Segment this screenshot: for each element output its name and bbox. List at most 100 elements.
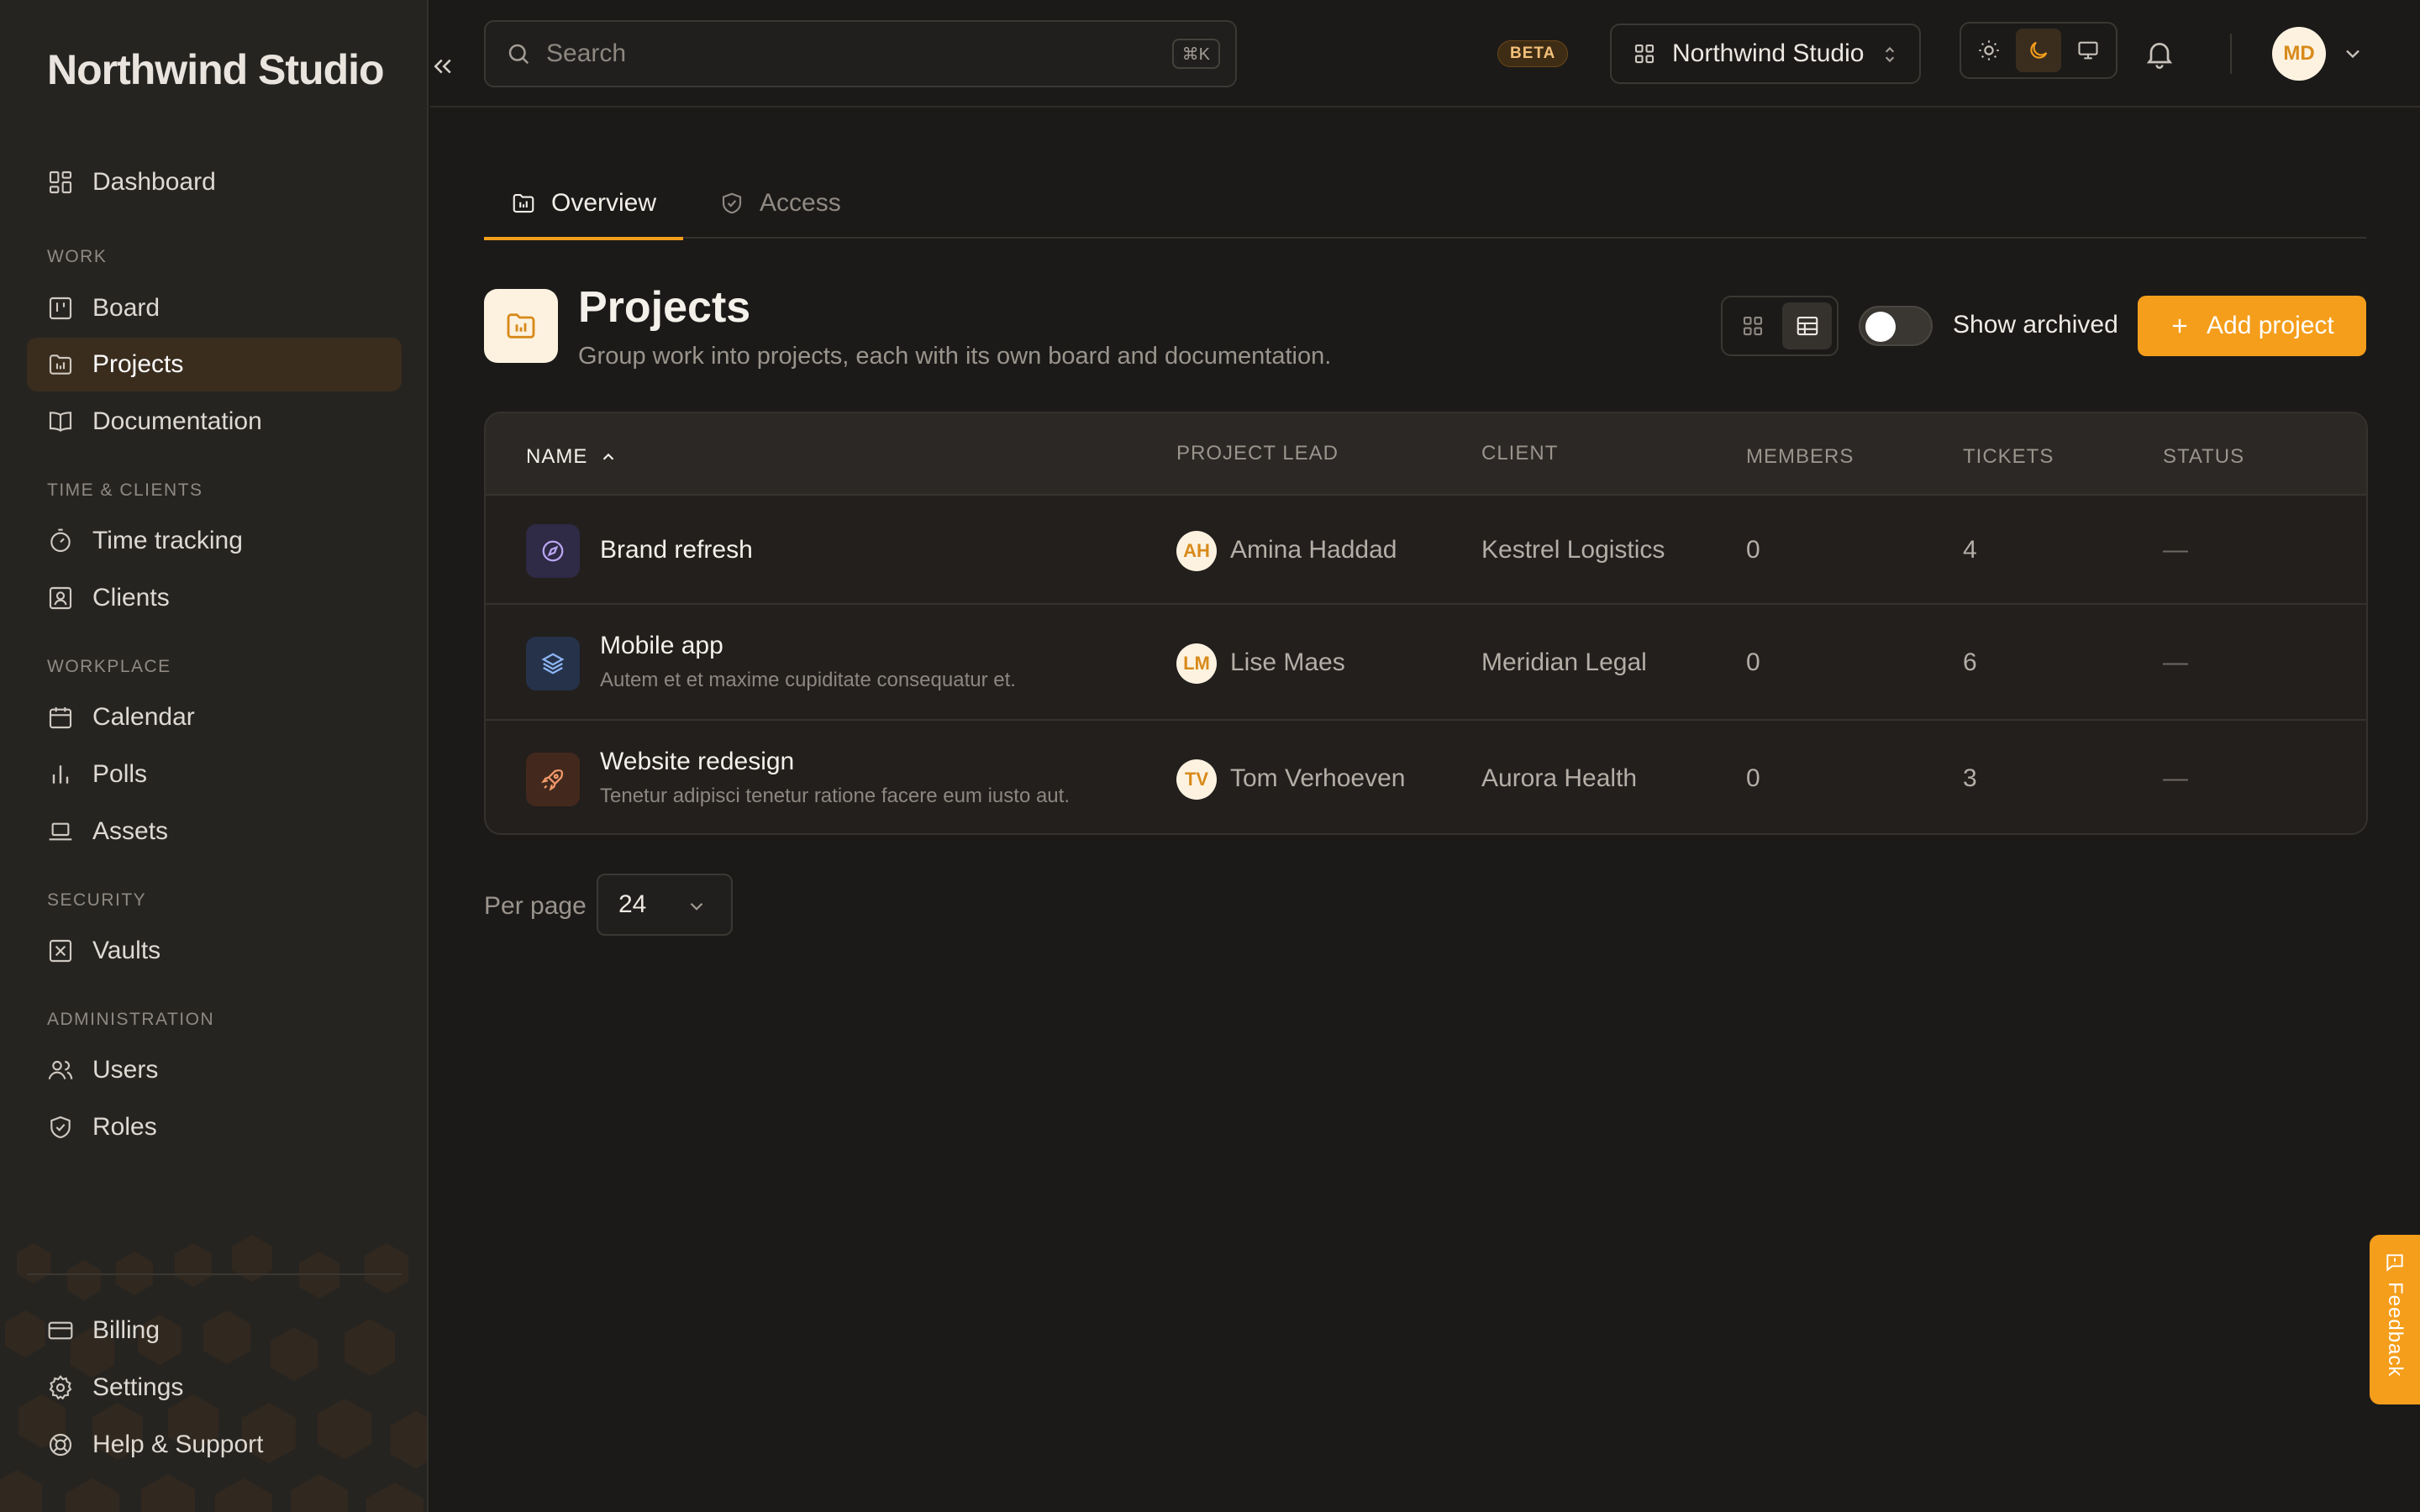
project-lead-name: Tom Verhoeven [1230,764,1406,792]
sidebar-item-billing[interactable]: Billing [27,1304,402,1357]
table-icon [1797,316,1818,336]
column-header-tickets[interactable]: Tickets [1963,445,2054,469]
column-header-status[interactable]: Status [2163,445,2244,469]
column-header-members[interactable]: Members [1746,445,1854,469]
tab-overview[interactable]: Overview [484,168,684,240]
project-name[interactable]: Brand refresh [600,536,753,564]
theme-switcher [1960,22,2118,79]
sidebar-item-help-support[interactable]: Help & Support [27,1418,402,1472]
show-archived-toggle[interactable] [1859,306,1933,346]
lead-avatar: AH [1176,531,1217,571]
double-chevron-left-icon [434,59,451,74]
table-row[interactable]: Brand refresh AH Amina Haddad Kestrel Lo… [486,497,2366,605]
project-description: Autem et et maxime cupiditate consequatu… [600,669,1016,691]
search-bar[interactable]: ⌘K [484,20,1237,87]
feedback-tab[interactable]: Feedback [2370,1235,2420,1404]
tab-access[interactable]: Access [719,168,841,239]
page-title: Projects [578,283,751,332]
project-name[interactable]: Website redesign [600,748,794,776]
folder-chart-icon [47,351,74,378]
tab-label: Overview [551,189,657,217]
projects-table: Name Project lead Client Members Tickets… [484,412,2368,835]
sidebar-item-board[interactable]: Board [27,281,402,335]
sidebar-section-administration: Administration [47,1010,215,1029]
board-icon [47,295,74,322]
table-header: Name Project lead Client Members Tickets… [486,413,2366,496]
grid-view-button[interactable] [1728,302,1777,349]
table-view-button[interactable] [1782,302,1832,349]
table-row[interactable]: Mobile app Autem et et maxime cupiditate… [486,606,2366,721]
sidebar-item-users[interactable]: Users [27,1043,402,1097]
collapse-sidebar-button[interactable] [430,54,455,79]
members-count: 0 [1746,536,1760,564]
chevron-down-icon[interactable] [2341,42,2365,66]
workspace-switcher[interactable]: Northwind Studio [1610,24,1921,84]
members-count: 0 [1746,648,1760,676]
sidebar: Northwind Studio Dashboard Work Board Pr… [0,0,429,1512]
moon-icon [2030,41,2048,59]
theme-light-button[interactable] [1966,29,2011,72]
lifebuoy-icon [47,1431,74,1458]
column-header-client[interactable]: Client [1481,442,1558,465]
theme-system-button[interactable] [2066,29,2111,72]
sidebar-item-label: Clients [92,584,170,612]
theme-dark-button[interactable] [2016,29,2061,72]
sidebar-item-dashboard[interactable]: Dashboard [27,155,402,209]
sidebar-item-documentation[interactable]: Documentation [27,395,402,449]
layers-icon [526,637,580,690]
sidebar-item-settings[interactable]: Settings [27,1361,402,1415]
feedback-label: Feedback [2384,1282,2407,1378]
project-lead-name: Amina Haddad [1230,536,1397,564]
brand-name: Northwind Studio [47,46,385,93]
sidebar-item-label: Dashboard [92,168,216,196]
shield-check-icon [47,1114,74,1141]
sidebar-item-vaults[interactable]: Vaults [27,924,402,978]
status-value: — [2163,764,2188,792]
column-header-name[interactable]: Name [526,445,618,469]
column-label: Name [526,445,588,468]
show-archived-label: Show archived [1953,311,2118,339]
table-row[interactable]: Website redesign Tenetur adipisci tenetu… [486,722,2366,833]
search-icon [508,44,529,65]
sidebar-item-roles[interactable]: Roles [27,1100,402,1154]
user-avatar[interactable]: MD [2272,27,2326,81]
sidebar-item-calendar[interactable]: Calendar [27,690,402,744]
sidebar-item-projects[interactable]: Projects [27,338,402,391]
sidebar-item-time-tracking[interactable]: Time tracking [27,514,402,568]
project-lead-name: Lise Maes [1230,648,1345,676]
chevron-up-down-icon [1885,46,1895,63]
dashboard-icon [47,169,74,196]
sidebar-divider [27,1273,402,1275]
grid-icon [1634,44,1655,64]
client-name: Aurora Health [1481,764,1638,792]
book-icon [47,408,74,435]
rocket-icon [526,753,580,806]
project-name[interactable]: Mobile app [600,632,723,660]
column-header-project-lead[interactable]: Project lead [1176,442,1339,465]
search-input[interactable] [546,39,1134,68]
compass-icon [526,524,580,578]
laptop-icon [47,818,74,845]
add-project-button[interactable]: Add project [2138,296,2366,356]
sort-ascending-icon [603,453,614,460]
sidebar-item-label: Board [92,294,160,322]
notifications-button[interactable] [2143,37,2176,71]
sidebar-item-assets[interactable]: Assets [27,805,402,858]
sidebar-section-security: Security [47,890,147,910]
search-shortcut: ⌘K [1171,39,1220,69]
sidebar-item-label: Documentation [92,407,262,435]
tickets-count: 6 [1963,648,1977,676]
sidebar-item-label: Polls [92,760,148,788]
chevron-down-icon [690,902,703,911]
per-page-select[interactable]: 24 [597,874,733,936]
users-icon [47,1057,74,1084]
per-page-label: Per page [484,892,587,920]
sidebar-item-label: Time tracking [92,527,243,554]
status-value: — [2163,648,2188,676]
page-subtitle: Group work into projects, each with its … [578,343,1332,370]
sidebar-item-polls[interactable]: Polls [27,748,402,801]
sidebar-item-label: Users [92,1056,159,1084]
workspace-name: Northwind Studio [1672,39,1865,67]
sidebar-item-clients[interactable]: Clients [27,571,402,625]
contact-icon [47,585,74,612]
